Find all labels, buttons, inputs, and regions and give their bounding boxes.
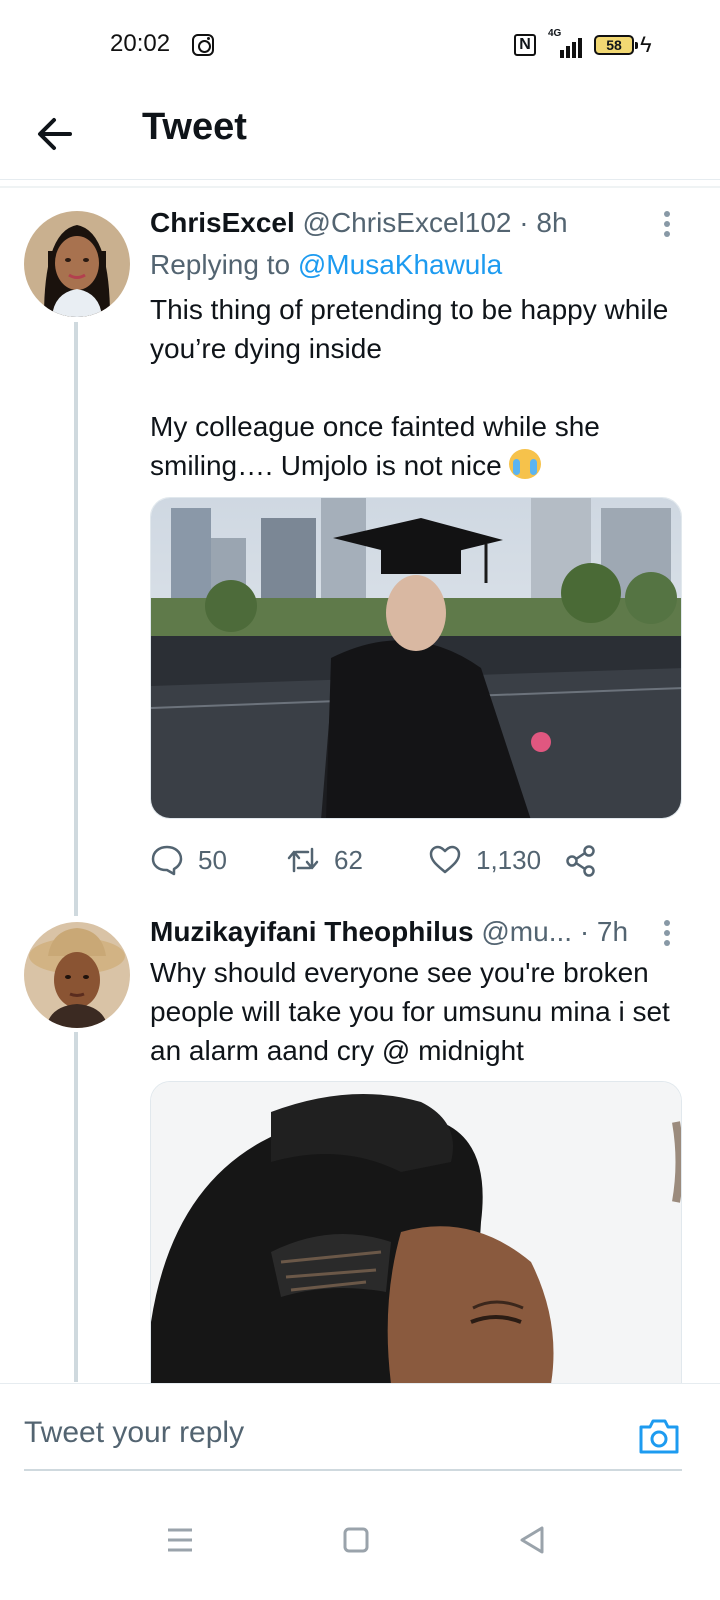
share-button[interactable]	[564, 838, 612, 882]
back-triangle-icon[interactable]	[512, 1520, 552, 1560]
status-time: 20:02	[110, 30, 171, 57]
reply-button[interactable]: 50	[150, 838, 227, 882]
charging-icon: ϟ	[640, 32, 652, 57]
tweet-header: ChrisExcel @ChrisExcel102 · 8h	[150, 207, 568, 239]
page-title: Tweet	[142, 106, 247, 148]
status-bar: 20:02 N 4G 58 ϟ	[0, 0, 720, 90]
like-button[interactable]: 1,130	[428, 838, 541, 882]
instagram-icon	[192, 34, 214, 56]
tweet-header: Muzikayifani Theophilus @mu... · 7h	[150, 916, 628, 948]
network-label: 4G	[548, 28, 562, 39]
more-options-icon[interactable]	[660, 917, 674, 953]
tweet-text: Why should everyone see you're broken pe…	[150, 957, 670, 1066]
replying-label: Replying to	[150, 249, 291, 280]
reply-icon	[151, 845, 183, 876]
reply-input[interactable]: Tweet your reply	[24, 1416, 244, 1450]
more-options-icon[interactable]	[660, 208, 674, 244]
retweet-button[interactable]: 62	[286, 838, 363, 882]
like-count: 1,130	[476, 844, 542, 875]
author-handle[interactable]: @mu...	[481, 916, 572, 947]
reply-bar: Tweet your reply	[0, 1383, 720, 1493]
divider	[24, 1469, 682, 1471]
home-square-icon[interactable]	[336, 1520, 376, 1560]
replying-to-link[interactable]: @MusaKhawula	[298, 249, 502, 280]
tweet-text-paragraph: This thing of pretending to be happy whi…	[150, 294, 669, 364]
divider	[0, 186, 720, 188]
back-button[interactable]	[30, 108, 80, 158]
retweet-icon	[287, 847, 319, 873]
avatar[interactable]	[24, 211, 130, 317]
tweet-time: · 7h	[579, 916, 629, 947]
nfc-icon: N	[514, 34, 536, 56]
back-arrow-icon	[38, 118, 72, 150]
top-app-bar: Tweet	[0, 90, 720, 180]
heart-icon	[429, 845, 461, 874]
author-name[interactable]: Muzikayifani Theophilus	[150, 916, 474, 947]
battery-icon: 58	[594, 35, 638, 55]
thread-line	[74, 322, 78, 916]
thread-line	[74, 1032, 78, 1382]
retweet-count: 62	[334, 844, 363, 875]
tweet-actions: 50 62 1,130	[150, 838, 620, 882]
share-icon	[566, 845, 595, 877]
tweet-image[interactable]	[150, 497, 682, 819]
camera-icon[interactable]	[637, 1414, 681, 1458]
replying-to: Replying to @MusaKhawula	[150, 249, 502, 281]
signal-icon: 4G	[548, 28, 584, 58]
avatar[interactable]	[24, 922, 130, 1028]
system-nav-bar	[0, 1490, 720, 1600]
author-name[interactable]: ChrisExcel	[150, 207, 295, 238]
menu-icon[interactable]	[160, 1520, 200, 1560]
crying-face-emoji-icon	[509, 449, 543, 479]
tweet-text: This thing of pretending to be happy whi…	[150, 290, 680, 485]
reply-count: 50	[198, 844, 227, 875]
author-handle[interactable]: @ChrisExcel102	[303, 207, 512, 238]
tweet-image[interactable]	[150, 1081, 682, 1383]
tweet-time: · 8h	[519, 207, 568, 238]
